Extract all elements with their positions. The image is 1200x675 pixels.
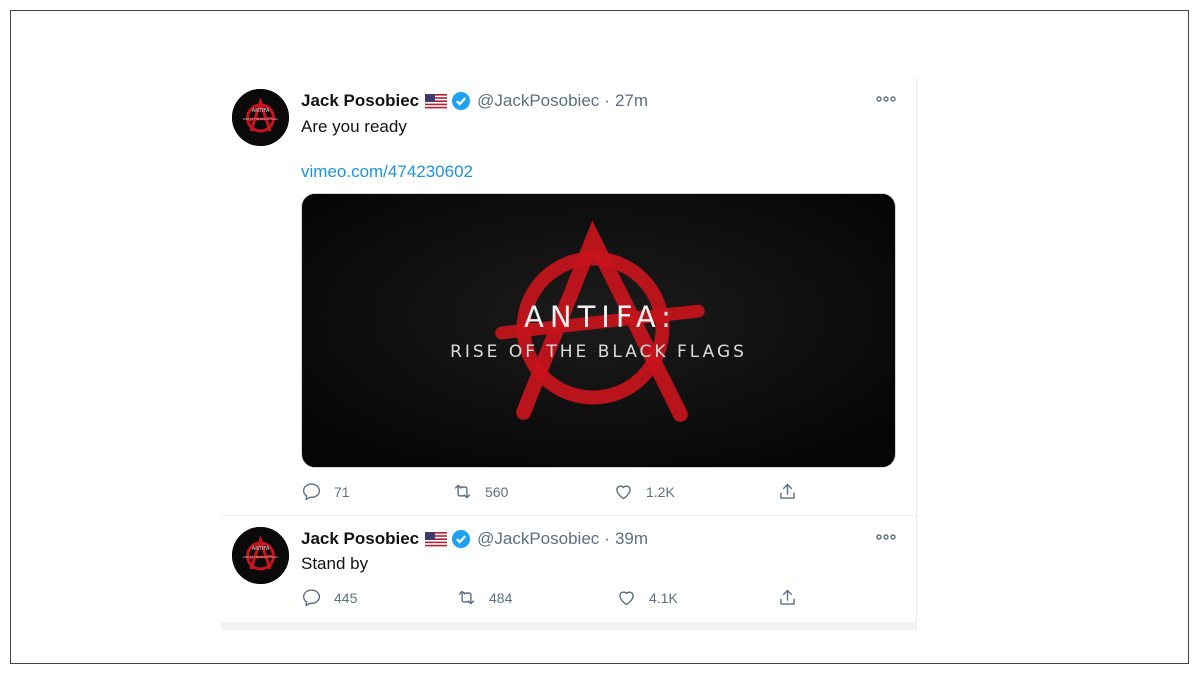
separator-dot: · bbox=[604, 91, 610, 110]
author-name[interactable]: Jack Posobiec bbox=[301, 529, 419, 549]
tweet-text: Stand by bbox=[301, 554, 369, 573]
more-options-icon[interactable] bbox=[875, 88, 897, 110]
like-button[interactable]: 4.1K bbox=[616, 587, 678, 608]
reply-icon bbox=[302, 483, 321, 501]
us-flag-icon bbox=[425, 93, 448, 109]
retweet-button[interactable]: 484 bbox=[456, 587, 512, 608]
like-count: 1.2K bbox=[646, 483, 675, 500]
avatar[interactable]: ANTIFA RISE OF THE BLACK FLAGS bbox=[232, 527, 289, 584]
avatar-image: ANTIFA RISE OF THE BLACK FLAGS bbox=[232, 527, 289, 584]
video-thumbnail[interactable]: ANTIFA: RISE OF THE BLACK FLAGS bbox=[301, 193, 896, 468]
author-name[interactable]: Jack Posobiec bbox=[301, 91, 419, 111]
tweet-actions: 71 560 1.2K bbox=[301, 481, 821, 505]
share-button[interactable] bbox=[777, 587, 798, 608]
avatar[interactable]: ANTIFA RISE OF THE BLACK FLAGS bbox=[232, 89, 289, 146]
retweet-icon bbox=[458, 590, 475, 605]
video-subtitle: RISE OF THE BLACK FLAGS bbox=[450, 342, 747, 362]
reply-button[interactable]: 71 bbox=[301, 481, 350, 502]
verified-badge-icon bbox=[451, 529, 471, 549]
share-icon bbox=[780, 589, 795, 605]
like-button[interactable]: 1.2K bbox=[613, 481, 675, 502]
timeline-bottom-divider bbox=[221, 622, 916, 630]
more-options-icon[interactable] bbox=[875, 526, 897, 548]
reply-count: 445 bbox=[334, 589, 358, 606]
tweet-timestamp[interactable]: 39m bbox=[615, 529, 648, 549]
retweet-count: 560 bbox=[485, 483, 509, 500]
svg-text:ANTIFA: ANTIFA bbox=[252, 546, 270, 552]
svg-text:RISE OF THE BLACK FLAGS: RISE OF THE BLACK FLAGS bbox=[243, 555, 278, 559]
us-flag-icon bbox=[425, 531, 448, 547]
avatar-image: ANTIFA RISE OF THE BLACK FLAGS bbox=[232, 89, 289, 146]
share-icon bbox=[780, 483, 795, 499]
heart-icon bbox=[619, 591, 634, 606]
author-handle[interactable]: @JackPosobiec bbox=[477, 91, 599, 111]
svg-text:ANTIFA: ANTIFA bbox=[252, 108, 270, 114]
reply-button[interactable]: 445 bbox=[301, 587, 357, 608]
retweet-button[interactable]: 560 bbox=[452, 481, 508, 502]
tweet-header: Jack Posobiec @JackPosobiec bbox=[301, 90, 648, 112]
svg-text:RISE OF THE BLACK FLAGS: RISE OF THE BLACK FLAGS bbox=[243, 117, 278, 121]
tweet-timestamp[interactable]: 27m bbox=[615, 91, 648, 111]
timeline: ANTIFA RISE OF THE BLACK FLAGS Jack Poso… bbox=[221, 78, 917, 630]
tweet-header: Jack Posobiec @JackPosobiec bbox=[301, 528, 648, 550]
author-handle[interactable]: @JackPosobiec bbox=[477, 529, 599, 549]
heart-icon bbox=[616, 485, 631, 500]
video-title: ANTIFA: bbox=[524, 300, 677, 334]
tweet[interactable]: ANTIFA RISE OF THE BLACK FLAGS Jack Poso… bbox=[221, 516, 916, 623]
tweet-actions: 445 484 4.1K bbox=[301, 587, 821, 611]
tweet-text: Are you ready bbox=[301, 117, 407, 136]
retweet-icon bbox=[454, 484, 471, 499]
reply-count: 71 bbox=[334, 483, 350, 500]
tweet[interactable]: ANTIFA RISE OF THE BLACK FLAGS Jack Poso… bbox=[221, 78, 916, 516]
separator-dot: · bbox=[604, 529, 610, 548]
reply-icon bbox=[302, 589, 321, 607]
tweet-link[interactable]: vimeo.com/474230602 bbox=[301, 162, 473, 182]
verified-badge-icon bbox=[451, 91, 471, 111]
like-count: 4.1K bbox=[649, 589, 678, 606]
retweet-count: 484 bbox=[489, 589, 513, 606]
share-button[interactable] bbox=[777, 481, 798, 502]
